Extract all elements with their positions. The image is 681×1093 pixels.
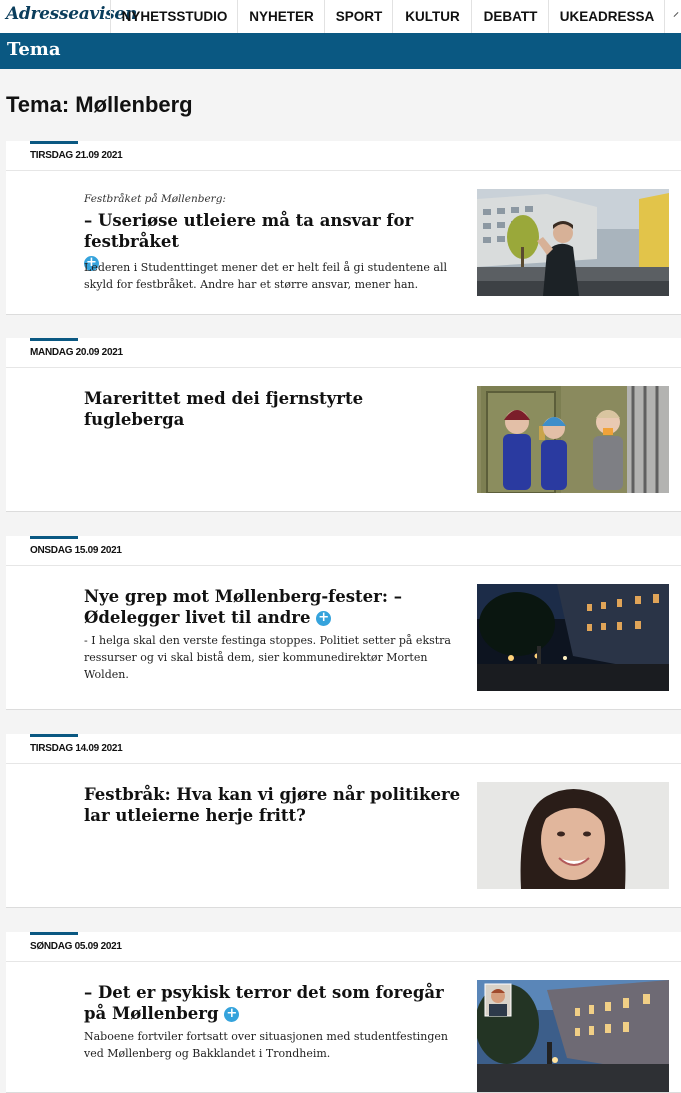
article-image[interactable] <box>477 980 669 1092</box>
article-headline-text[interactable]: – Useriøse utleiere må ta ansvar for fes… <box>84 211 413 251</box>
date-rule <box>30 734 78 737</box>
date-header: MANDAG 20.09 2021 <box>6 338 681 368</box>
section-label[interactable]: Tema <box>7 39 61 60</box>
date-rule <box>30 536 78 539</box>
nav-item-debatt[interactable]: DEBATT <box>471 0 549 33</box>
article-headline[interactable]: – Det er psykisk terror det som foregår … <box>84 982 464 1024</box>
article-image[interactable] <box>477 584 669 691</box>
night-street-photo-icon <box>477 584 669 691</box>
street-man-photo-icon <box>477 189 669 296</box>
date-rule <box>30 338 78 341</box>
date-rule <box>30 932 78 935</box>
section-bar: Tema <box>0 33 681 69</box>
nav-item-sport[interactable]: SPORT <box>324 0 393 33</box>
date-label: TIRSDAG 14.09 2021 <box>30 743 123 754</box>
article-card[interactable]: Festbråk: Hva kan vi gjøre når politiker… <box>6 764 681 908</box>
article-headline[interactable]: Festbråk: Hva kan vi gjøre når politiker… <box>84 784 464 826</box>
date-header: TIRSDAG 21.09 2021 <box>6 141 681 171</box>
woman-portrait-photo-icon <box>477 782 669 889</box>
date-header: TIRSDAG 14.09 2021 <box>6 734 681 764</box>
date-rule <box>30 141 78 144</box>
date-label: ONSDAG 15.09 2021 <box>30 545 122 556</box>
article-lead: Naboene fortviler fortsatt over situasjo… <box>84 1030 448 1060</box>
date-header: SØNDAG 05.09 2021 <box>6 932 681 962</box>
article-card[interactable]: – Det er psykisk terror det som foregår … <box>6 962 681 1093</box>
date-label: TIRSDAG 21.09 2021 <box>30 150 123 161</box>
article-lead: - I helga skal den verste festinga stopp… <box>84 634 451 681</box>
article-card[interactable]: Nye grep mot Møllenberg-fester: – Ødeleg… <box>6 566 681 710</box>
date-label: MANDAG 20.09 2021 <box>30 347 123 358</box>
article-image[interactable] <box>477 782 669 889</box>
date-header: ONSDAG 15.09 2021 <box>6 536 681 566</box>
article-kicker: Festbråket på Møllenberg: <box>84 193 226 205</box>
article-headline-text[interactable]: Marerittet med dei fjernstyrte fugleberg… <box>84 389 363 429</box>
article-headline-text[interactable]: Festbråk: Hva kan vi gjøre når politiker… <box>84 785 460 825</box>
evening-street-photo-icon <box>477 980 669 1092</box>
article-image[interactable] <box>477 189 669 296</box>
article-lead: Lederen i Studenttinget mener det er hel… <box>84 261 447 291</box>
article-headline-text[interactable]: Nye grep mot Møllenberg-fester: – Ødeleg… <box>84 587 402 627</box>
article-headline[interactable]: Nye grep mot Møllenberg-fester: – Ødeleg… <box>84 586 464 628</box>
article-headline-text[interactable]: – Det er psykisk terror det som foregår … <box>84 983 444 1023</box>
children-door-photo-icon <box>477 386 669 493</box>
nav-item-kultur[interactable]: KULTUR <box>392 0 472 33</box>
article-headline[interactable]: Marerittet med dei fjernstyrte fugleberg… <box>84 388 464 430</box>
top-navigation: Adresseavisen NYHETSSTUDIO NYHETER SPORT… <box>0 0 681 34</box>
nav-item-nyheter[interactable]: NYHETER <box>237 0 325 33</box>
plus-badge-icon: + <box>316 611 332 626</box>
article-card[interactable]: Festbråket på Møllenberg: – Useriøse utl… <box>6 171 681 315</box>
nav-scroll-right-icon[interactable] <box>664 0 681 33</box>
article-card[interactable]: Marerittet med dei fjernstyrte fugleberg… <box>6 368 681 512</box>
article-image[interactable] <box>477 386 669 493</box>
nav-item-nyhetsstudio[interactable]: NYHETSSTUDIO <box>110 0 238 33</box>
date-label: SØNDAG 05.09 2021 <box>30 941 122 952</box>
plus-badge-icon: + <box>224 1007 240 1022</box>
page-title: Tema: Møllenberg <box>6 92 193 117</box>
nav-item-ukeadressa[interactable]: UKEADRESSA <box>548 0 665 33</box>
